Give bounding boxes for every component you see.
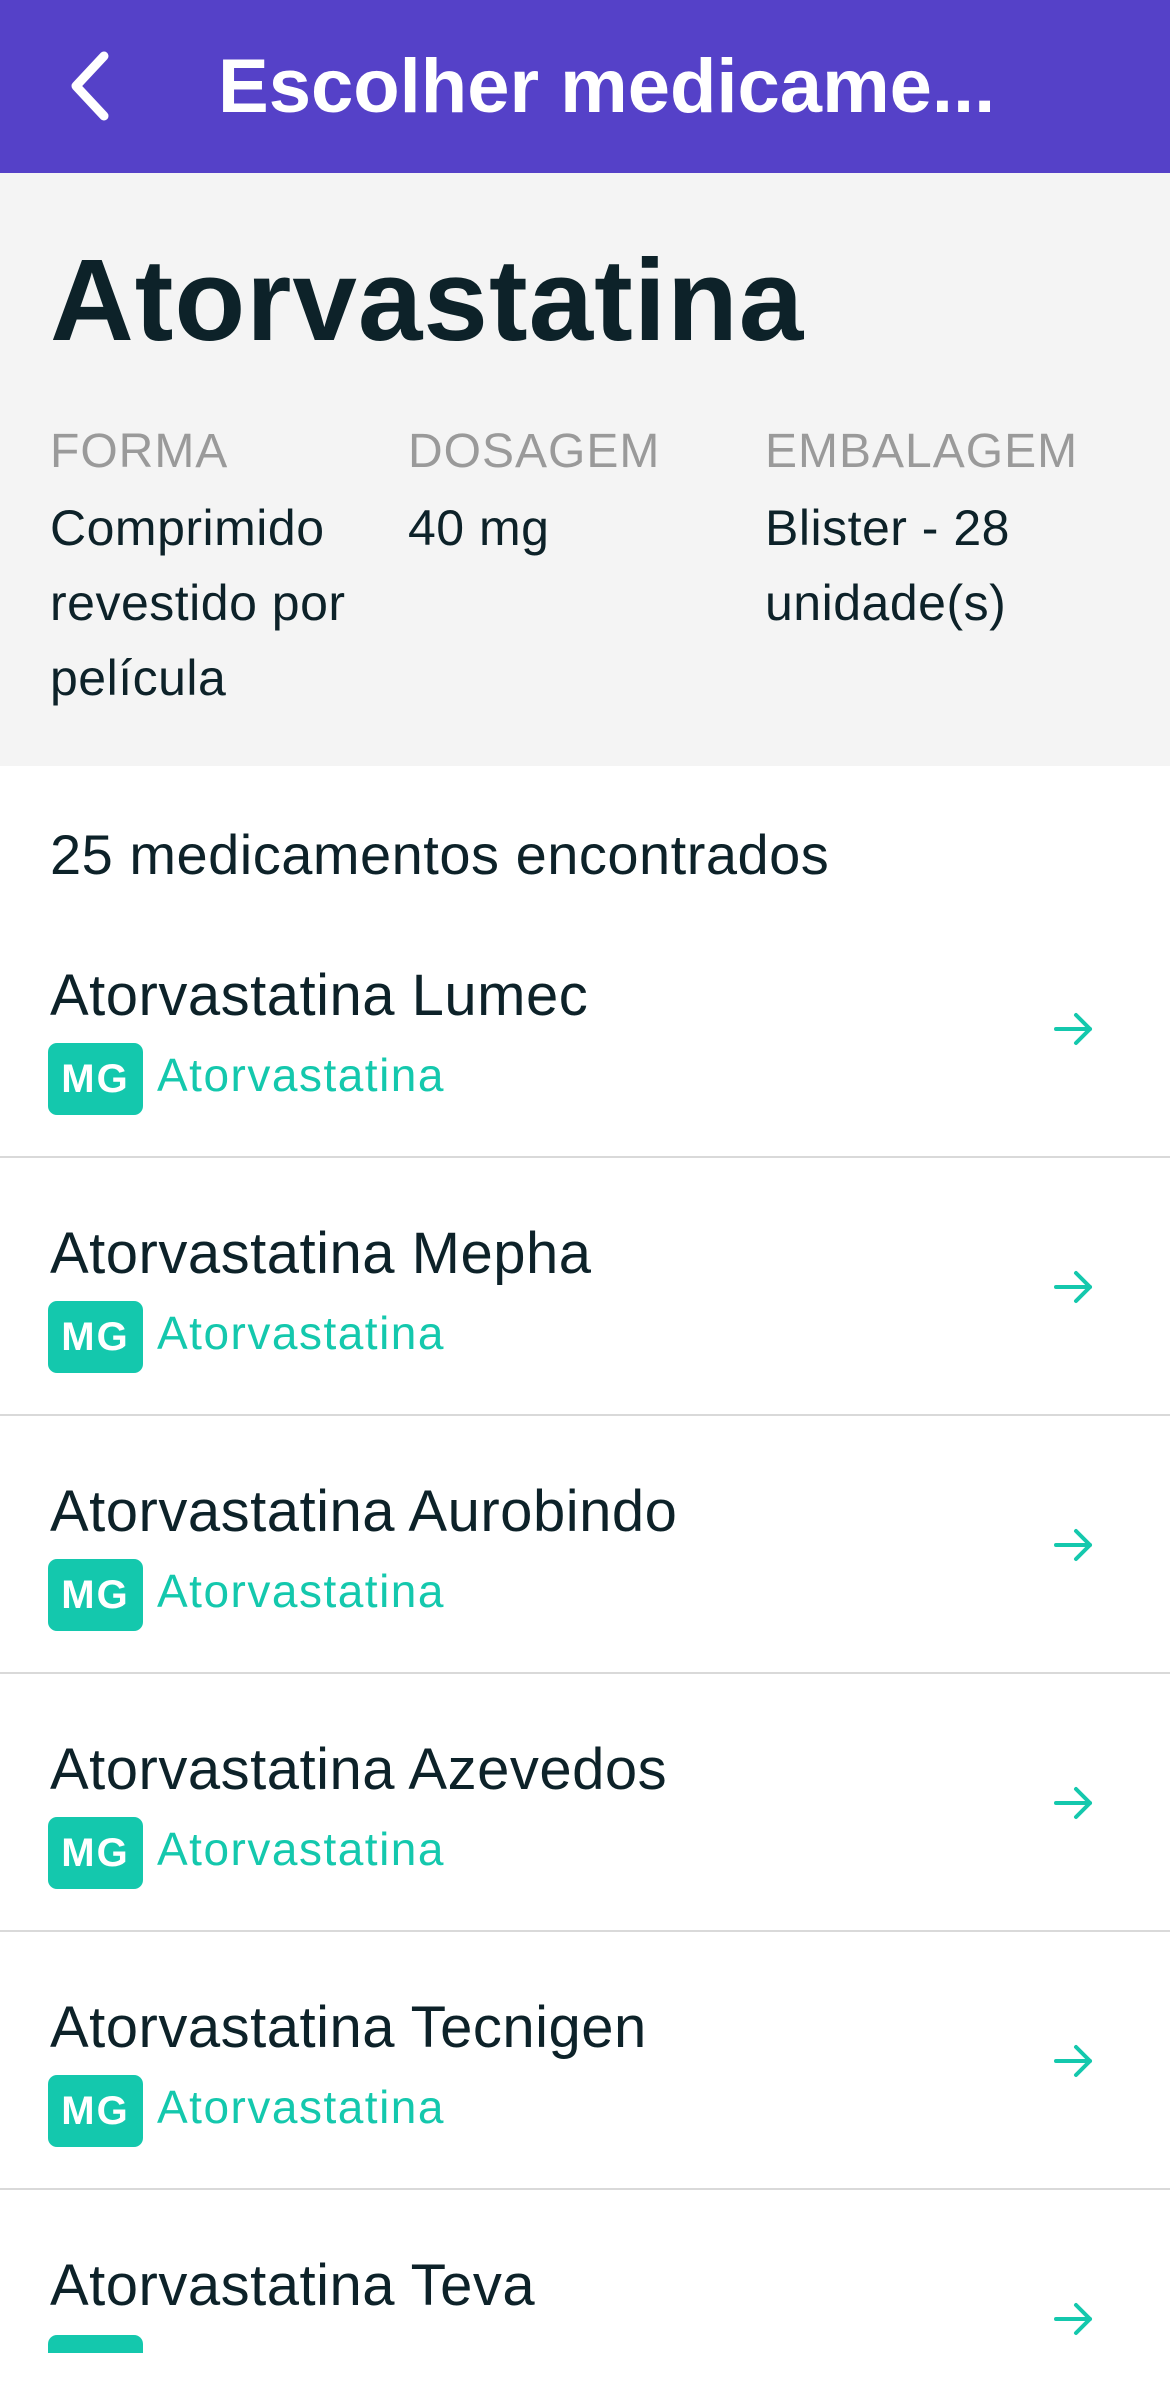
attribute-label: FORMA — [50, 425, 229, 478]
medication-name: Atorvastatina Tecnigen — [50, 1995, 647, 2060]
medication-name: Atorvastatina Teva — [50, 2253, 536, 2318]
attribute-dosagem: DOSAGEM 40 mg — [408, 423, 748, 566]
active-substance: Atorvastatina — [157, 1565, 445, 1617]
attribute-value: Comprimido revestido por película — [50, 500, 346, 706]
attribute-forma: FORMA Comprimido revestido por película — [50, 423, 390, 716]
attribute-value: 40 mg — [408, 500, 550, 556]
list-item[interactable]: Atorvastatina Aurobindo MG Atorvastatina — [0, 1416, 1170, 1674]
arrow-right-icon — [1054, 2303, 1092, 2335]
medication-name: Atorvastatina Aurobindo — [50, 1479, 678, 1544]
arrow-right-icon — [1054, 2045, 1092, 2077]
list-item[interactable]: Atorvastatina Mepha MG Atorvastatina — [0, 1158, 1170, 1416]
arrow-right-icon — [1054, 1013, 1092, 1045]
arrow-right-icon — [1054, 1529, 1092, 1561]
medication-list: Atorvastatina Lumec MG Atorvastatina Ato… — [0, 900, 1170, 2397]
list-item[interactable]: Atorvastatina Tecnigen MG Atorvastatina — [0, 1932, 1170, 2190]
arrow-right-icon — [1054, 1787, 1092, 1819]
generic-badge: MG — [48, 1559, 143, 1631]
active-substance: Atorvastatina — [157, 1823, 445, 1875]
list-item[interactable]: Atorvastatina Teva — [0, 2190, 1170, 2397]
active-substance: Atorvastatina — [157, 2081, 445, 2133]
attribute-embalagem: EMBALAGEM Blister - 28 unidade(s) — [765, 423, 1105, 641]
app-bar: Escolher medicame... — [0, 0, 1170, 173]
generic-badge — [48, 2335, 143, 2353]
list-item[interactable]: Atorvastatina Azevedos MG Atorvastatina — [0, 1674, 1170, 1932]
arrow-right-icon — [1054, 1271, 1092, 1303]
product-name: Atorvastatina — [50, 235, 805, 365]
medication-picker-screen: Escolher medicame... Atorvastatina FORMA… — [0, 0, 1170, 2397]
medication-name: Atorvastatina Azevedos — [50, 1737, 668, 1802]
chevron-left-icon — [71, 51, 109, 121]
results-count: 25 medicamentos encontrados — [50, 823, 830, 886]
generic-badge: MG — [48, 1301, 143, 1373]
generic-badge: MG — [48, 2075, 143, 2147]
generic-badge: MG — [48, 1817, 143, 1889]
back-button[interactable] — [40, 36, 140, 136]
attribute-label: DOSAGEM — [408, 425, 661, 478]
medication-name: Atorvastatina Lumec — [50, 963, 589, 1028]
list-item[interactable]: Atorvastatina Lumec MG Atorvastatina — [0, 900, 1170, 1158]
generic-badge: MG — [48, 1043, 143, 1115]
active-substance: Atorvastatina — [157, 1049, 445, 1101]
attribute-label: EMBALAGEM — [765, 425, 1079, 478]
medication-name: Atorvastatina Mepha — [50, 1221, 592, 1286]
screen-title: Escolher medicame... — [218, 44, 996, 129]
attribute-value: Blister - 28 unidade(s) — [765, 500, 1010, 631]
product-summary: Atorvastatina FORMA Comprimido revestido… — [0, 173, 1170, 766]
active-substance: Atorvastatina — [157, 1307, 445, 1359]
